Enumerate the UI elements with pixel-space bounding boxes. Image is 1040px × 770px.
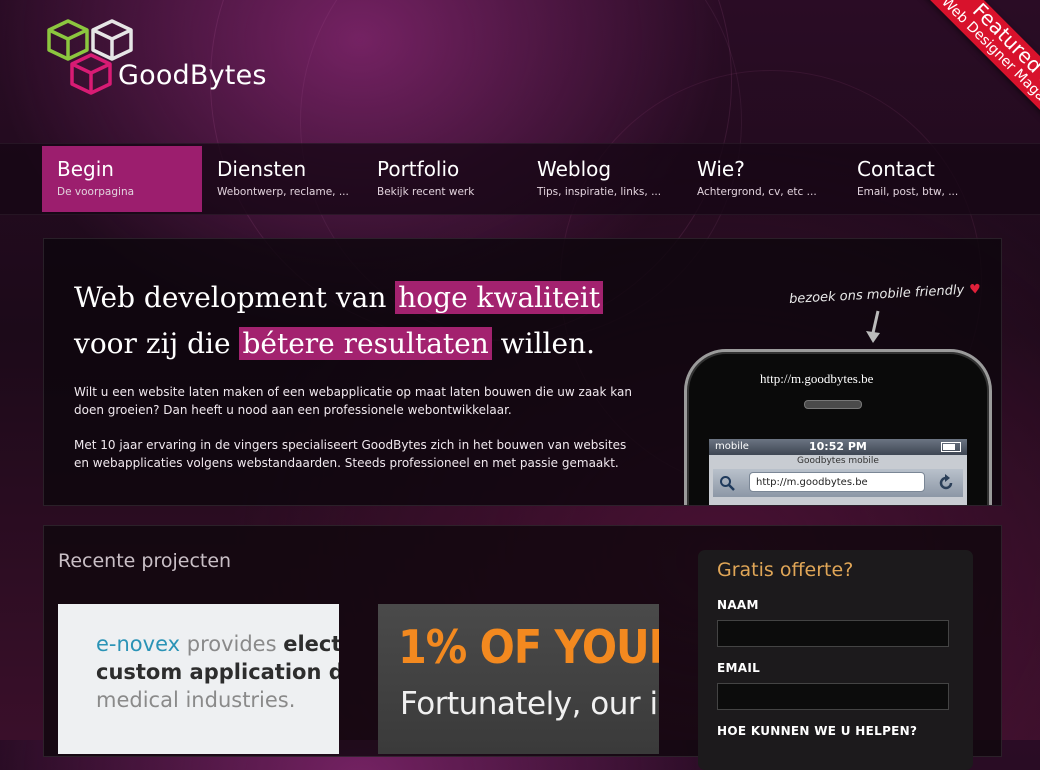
nav-item-diensten[interactable]: Diensten Webontwerp, reclame, ... <box>202 146 362 212</box>
project-text: e-novex provides electr custom applicati… <box>96 630 339 714</box>
hero-panel: Web development van hoge kwaliteit voor … <box>43 238 1002 506</box>
brand-name: GoodBytes <box>118 60 267 91</box>
nav-title: Portfolio <box>377 157 460 181</box>
project-text: electr <box>283 632 339 656</box>
hero-paragraph: Wilt u een website laten maken of een we… <box>74 385 632 417</box>
project-thumbnail-2[interactable]: 1% OF YOUR EM Fortunately, our inc <box>378 604 659 754</box>
hero-headline: Web development van hoge kwaliteit voor … <box>74 275 674 367</box>
nav-subtitle: Webontwerp, reclame, ... <box>217 186 349 198</box>
main-nav: Begin De voorpagina Diensten Webontwerp,… <box>0 143 1040 215</box>
hero-paragraph: Met 10 jaar ervaring in de vingers speci… <box>74 438 627 470</box>
phone-status-bar: mobile 10:52 PM <box>709 439 967 455</box>
headline-text: willen. <box>491 327 596 360</box>
nav-subtitle: De voorpagina <box>57 186 135 198</box>
project-text-brand: e-novex <box>96 632 181 656</box>
content-panel: Recente projecten e-novex provides elect… <box>43 525 1002 770</box>
quote-form: Gratis offerte? NAAM EMAIL HOE KUNNEN WE… <box>698 550 973 770</box>
nav-title: Diensten <box>217 157 307 181</box>
project-headline: 1% OF YOUR EM <box>398 620 659 674</box>
battery-icon <box>941 442 961 452</box>
phone-screen: mobile 10:52 PM Goodbytes mobile http://… <box>709 439 967 505</box>
nav-title: Begin <box>57 157 114 181</box>
phone-time: 10:52 PM <box>809 440 867 453</box>
nav-title: Contact <box>857 157 935 181</box>
project-text: custom application dev <box>96 660 339 684</box>
headline-highlight: hoge kwaliteit <box>395 281 604 314</box>
phone-url: http://m.goodbytes.be <box>760 371 874 386</box>
phone-carrier: mobile <box>715 441 749 452</box>
heart-icon: ♥ <box>968 281 982 298</box>
project-text: provides <box>180 632 284 656</box>
nav-subtitle: Achtergrond, cv, etc ... <box>697 186 817 198</box>
headline-text: Web development van <box>74 281 396 314</box>
mobile-note[interactable]: bezoek ons mobile friendly ♥ <box>789 282 982 307</box>
mobile-note-text: bezoek ons mobile friendly <box>788 282 965 308</box>
logo[interactable]: GoodBytes <box>46 18 286 108</box>
section-title: Recente projecten <box>58 550 232 572</box>
nav-subtitle: Tips, inspiratie, links, ... <box>537 186 662 198</box>
phone-url-bar: http://m.goodbytes.be <box>713 469 963 497</box>
quote-title: Gratis offerte? <box>717 559 854 581</box>
nav-subtitle: Bekijk recent werk <box>377 186 475 198</box>
name-label: NAAM <box>717 598 759 612</box>
email-label: EMAIL <box>717 661 761 675</box>
nav-item-wie[interactable]: Wie? Achtergrond, cv, etc ... <box>682 146 842 212</box>
help-label: HOE KUNNEN WE U HELPEN? <box>717 724 918 738</box>
nav-item-portfolio[interactable]: Portfolio Bekijk recent werk <box>362 146 522 212</box>
nav-title: Weblog <box>537 157 612 181</box>
ribbon-line2: Web Designer Magazine <box>938 0 1040 125</box>
email-field[interactable] <box>717 683 949 710</box>
nav-item-begin[interactable]: Begin De voorpagina <box>42 146 202 212</box>
phone-browser-title: Goodbytes mobile <box>797 456 879 466</box>
name-field[interactable] <box>717 620 949 647</box>
phone-speaker <box>804 400 862 409</box>
search-icon <box>720 476 735 491</box>
project-thumbnail-enovex[interactable]: e-novex provides electr custom applicati… <box>58 604 339 754</box>
nav-title: Wie? <box>697 157 745 181</box>
project-subline: Fortunately, our inc <box>400 686 659 722</box>
project-text: medical industries. <box>96 688 296 712</box>
reload-icon <box>939 474 953 490</box>
headline-text: voor zij die <box>74 327 240 360</box>
headline-highlight: bétere resultaten <box>239 327 492 360</box>
featured-ribbon[interactable]: Featured in Web Designer Magazine <box>890 0 1040 130</box>
nav-subtitle: Email, post, btw, ... <box>857 186 959 198</box>
arrow-down-icon <box>866 310 880 343</box>
phone-url-input: http://m.goodbytes.be <box>749 472 925 492</box>
nav-item-weblog[interactable]: Weblog Tips, inspiratie, links, ... <box>522 146 682 212</box>
nav-item-contact[interactable]: Contact Email, post, btw, ... <box>842 146 1002 212</box>
ribbon-line1: Featured in <box>967 0 1040 96</box>
